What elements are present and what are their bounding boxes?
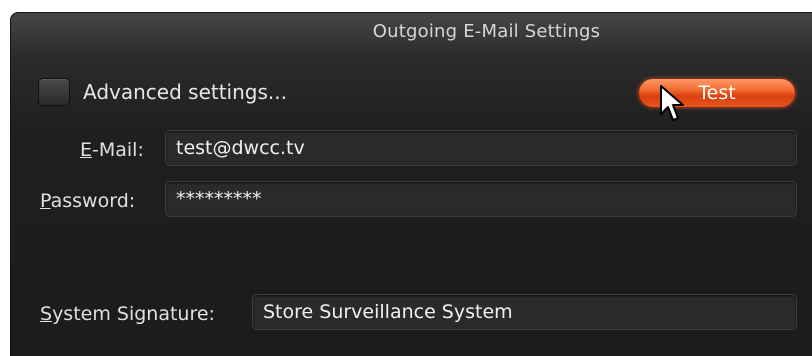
email-field[interactable]: test@dwcc.tv xyxy=(165,130,797,166)
email-label-rest: -Mail: xyxy=(92,139,144,161)
system-signature-field[interactable]: Store Surveillance System xyxy=(252,294,797,330)
arrow-cursor-icon xyxy=(660,85,684,121)
signature-label-mnemonic: S xyxy=(40,303,53,325)
password-label: Password: xyxy=(40,190,135,212)
signature-label-rest: ystem Signature: xyxy=(52,303,215,325)
password-label-rest: assword: xyxy=(50,190,136,212)
password-field[interactable]: ********* xyxy=(165,181,797,217)
email-label-mnemonic: E xyxy=(80,139,93,161)
advanced-settings-checkbox[interactable] xyxy=(38,78,70,106)
email-label: E-Mail: xyxy=(80,139,144,161)
advanced-settings-label[interactable]: Advanced settings... xyxy=(83,80,287,104)
dialog-title: Outgoing E-Mail Settings xyxy=(372,21,601,42)
signature-label: System Signature: xyxy=(40,303,215,325)
password-label-mnemonic: P xyxy=(40,190,51,212)
email-settings-panel: Outgoing E-Mail Settings Advanced settin… xyxy=(10,12,812,356)
